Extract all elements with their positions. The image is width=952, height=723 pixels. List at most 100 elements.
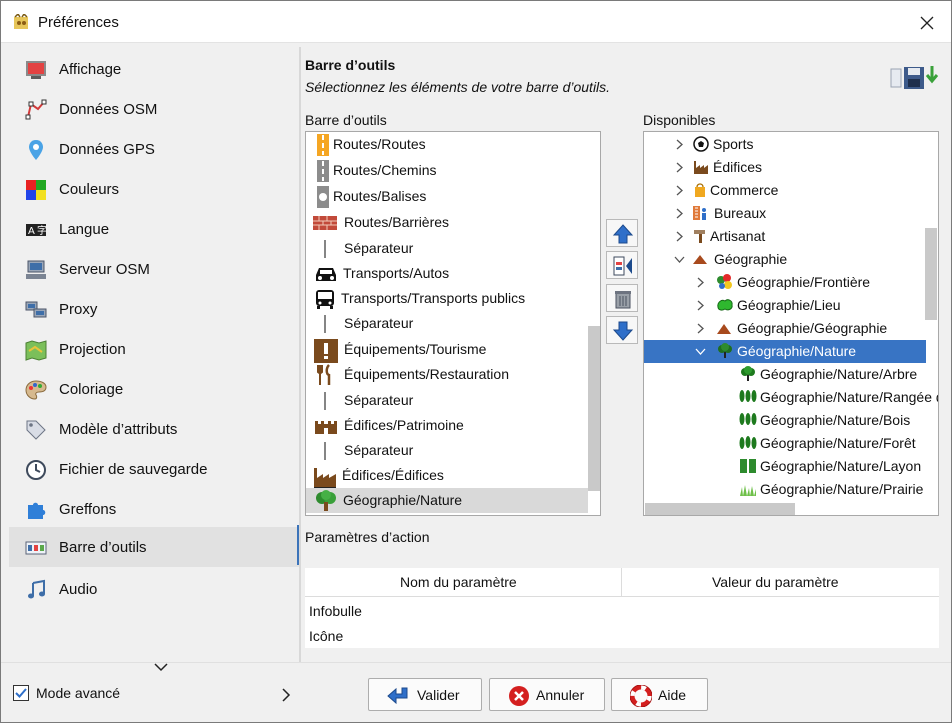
sidebar-item-greffons[interactable]: Greffons <box>9 489 299 529</box>
tree-horizontal-scrollbar[interactable] <box>645 503 795 515</box>
tree-node-commerce[interactable]: Commerce <box>644 179 926 202</box>
tree-node-nature-arbre[interactable]: Géographie/Nature/Arbre <box>644 363 926 386</box>
toolbar-icon <box>25 537 47 559</box>
road-primary-icon <box>312 134 334 156</box>
save-download-icon <box>890 66 939 89</box>
list-item[interactable]: Séparateur <box>306 388 588 413</box>
tree-node-geographie-nature[interactable]: Géographie/Nature <box>644 340 926 363</box>
sidebar-item-audio[interactable]: Audio <box>9 569 299 609</box>
list-item[interactable]: Transports/Autos <box>306 261 588 286</box>
action-parameters-table[interactable]: Nom du paramètre Valeur du paramètre Inf… <box>305 568 939 648</box>
language-icon: A字 <box>25 219 47 241</box>
list-item[interactable]: Séparateur <box>306 311 588 336</box>
sidebar-item-langue[interactable]: A字 Langue <box>9 209 299 249</box>
column-header-value[interactable]: Valeur du paramètre <box>712 574 839 590</box>
list-item[interactable]: Transports/Transports publics <box>306 286 588 311</box>
car-icon <box>314 263 336 285</box>
list-item[interactable]: Équipements/Tourisme <box>306 337 588 363</box>
tree-node-nature-layon[interactable]: Géographie/Nature/Layon <box>644 455 926 478</box>
cancel-button[interactable]: Annuler <box>489 678 605 711</box>
list-item[interactable]: Routes/Chemins <box>306 158 588 183</box>
tree-node-artisanat[interactable]: Artisanat <box>644 225 926 248</box>
column-divider[interactable] <box>621 568 622 597</box>
sidebar-item-serveur-osm[interactable]: Serveur OSM <box>9 249 299 289</box>
list-item[interactable]: Équipements/Restauration <box>306 362 588 387</box>
sidebar-item-coloriage[interactable]: Coloriage <box>9 369 299 409</box>
sidebar-item-affichage[interactable]: Affichage <box>9 49 299 89</box>
proxy-icon <box>25 299 47 321</box>
sidebar-item-modele-attributs[interactable]: Modèle d’attributs <box>9 409 299 449</box>
checkmark-icon <box>15 688 27 698</box>
save-toolbar-button[interactable] <box>890 63 940 93</box>
add-to-toolbar-button[interactable] <box>606 251 638 279</box>
tree-node-geographie[interactable]: Géographie <box>644 248 926 271</box>
expand-arrow-icon[interactable] <box>676 139 684 150</box>
tree-row-icon <box>739 389 757 405</box>
expand-arrow-icon[interactable] <box>676 208 684 219</box>
available-actions-tree[interactable]: Sports Édifices Commerce Bureaux Artisan… <box>643 131 939 516</box>
grass-icon <box>739 481 756 497</box>
list-item[interactable]: Routes/Balises <box>306 184 588 209</box>
sidebar-item-couleurs[interactable]: Couleurs <box>9 169 299 209</box>
expand-arrow-icon[interactable] <box>676 185 684 196</box>
sidebar-item-projection[interactable]: Projection <box>9 329 299 369</box>
tree-node-geographie-frontiere[interactable]: Géographie/Frontière <box>644 271 926 294</box>
tree-node-nature-prairie[interactable]: Géographie/Nature/Prairie <box>644 478 926 501</box>
expand-arrow-icon[interactable] <box>697 300 705 311</box>
move-up-button[interactable] <box>606 219 638 247</box>
sidebar-item-proxy[interactable]: Proxy <box>9 289 299 329</box>
split-divider[interactable] <box>299 47 301 662</box>
list-item[interactable]: Séparateur <box>306 438 588 463</box>
expand-arrow-icon[interactable] <box>676 162 684 173</box>
list-item[interactable]: Routes/Routes <box>306 132 588 157</box>
collapse-arrow-icon[interactable] <box>674 256 685 264</box>
tree-node-edifices[interactable]: Édifices <box>644 156 926 179</box>
sidebar-item-barre-outils[interactable]: Barre d’outils <box>9 527 299 567</box>
table-row[interactable]: Icône <box>309 628 343 644</box>
sidebar-item-fichier-sauvegarde[interactable]: Fichier de sauvegarde <box>9 449 299 489</box>
list-item-selected[interactable]: Géographie/Nature <box>306 488 588 513</box>
toolbar-items-list[interactable]: Routes/Routes Routes/Chemins Routes/Bali… <box>305 131 601 516</box>
list-item[interactable]: Séparateur <box>306 236 588 261</box>
toolbar-list-scrollbar[interactable] <box>588 326 600 491</box>
tree-node-sports[interactable]: Sports <box>644 133 926 156</box>
help-button[interactable]: Aide <box>611 678 708 711</box>
border-icon <box>716 274 732 290</box>
scroll-right-chevron-icon[interactable] <box>282 688 291 702</box>
expand-arrow-icon[interactable] <box>697 277 705 288</box>
cancel-icon <box>508 685 530 707</box>
page-subtitle: Sélectionnez les éléments de votre barre… <box>305 79 611 95</box>
list-item[interactable]: Édifices/Patrimoine <box>306 413 588 438</box>
move-down-button[interactable] <box>606 316 638 344</box>
tree-node-nature-bois[interactable]: Géographie/Nature/Bois <box>644 409 926 432</box>
close-button[interactable] <box>907 7 947 39</box>
tree-node-geographie-lieu[interactable]: Géographie/Lieu <box>644 294 926 317</box>
tree-vertical-scrollbar[interactable] <box>925 228 937 320</box>
list-item[interactable]: Édifices/Édifices <box>306 463 588 489</box>
tree-node-nature-rangee[interactable]: Géographie/Nature/Rangée d’arbres <box>644 386 938 409</box>
sidebar-item-label: Fichier de sauvegarde <box>59 461 208 478</box>
advanced-mode-checkbox[interactable] <box>13 685 29 701</box>
delete-item-button[interactable] <box>606 284 638 312</box>
road-path-icon <box>312 160 334 182</box>
tree-node-bureaux[interactable]: Bureaux <box>644 202 926 225</box>
validate-button[interactable]: Valider <box>368 678 482 711</box>
tree-node-nature-foret[interactable]: Géographie/Nature/Forêt <box>644 432 926 455</box>
sidebar-item-donnees-osm[interactable]: Données OSM <box>9 89 299 129</box>
palette-icon <box>25 379 47 401</box>
sidebar-item-label: Barre d’outils <box>59 539 147 556</box>
collapse-arrow-icon[interactable] <box>695 348 706 356</box>
expand-arrow-icon[interactable] <box>697 323 705 334</box>
scroll-down-chevron-icon[interactable] <box>154 663 168 672</box>
sidebar-item-label: Serveur OSM <box>59 261 150 278</box>
table-row[interactable]: Infobulle <box>309 603 362 619</box>
separator-icon <box>314 313 336 335</box>
toolbar-list-label: Barre d’outils <box>305 112 387 128</box>
sidebar-item-label: Langue <box>59 221 110 238</box>
footer-divider <box>1 662 951 663</box>
tree-node-geographie-geographie[interactable]: Géographie/Géographie <box>644 317 926 340</box>
sidebar-item-donnees-gps[interactable]: Données GPS <box>9 129 299 169</box>
expand-arrow-icon[interactable] <box>676 231 684 242</box>
column-header-name[interactable]: Nom du paramètre <box>400 574 517 590</box>
list-item[interactable]: Routes/Barrières <box>306 210 588 235</box>
